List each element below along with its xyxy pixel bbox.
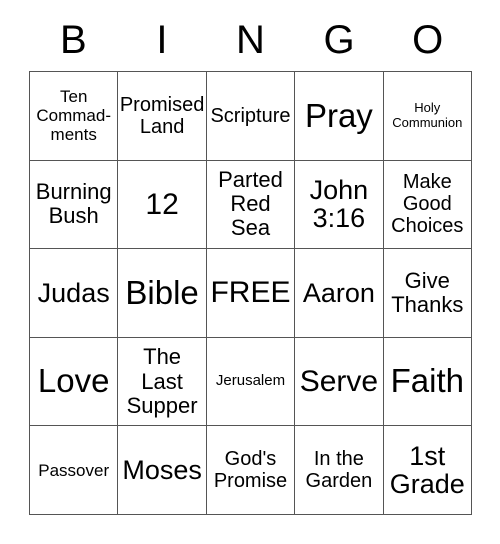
bingo-cell[interactable]: Scripture	[206, 72, 296, 161]
bingo-cell[interactable]: Promised Land	[118, 72, 207, 161]
bingo-cell[interactable]: 12	[118, 160, 207, 250]
bingo-cell-label: FREE	[210, 276, 291, 310]
bingo-cell[interactable]: 1st Grade	[383, 426, 472, 515]
bingo-cell[interactable]: In the Garden	[295, 426, 384, 515]
bingo-cell[interactable]: Bible	[118, 249, 207, 338]
bingo-cell[interactable]: Burning Bush	[30, 160, 119, 250]
bingo-cell-free[interactable]: FREE	[206, 249, 296, 338]
bingo-cell[interactable]: Faith	[383, 337, 472, 427]
bingo-cell-label: Make Good Choices	[391, 171, 464, 238]
bingo-cell-label: Parted Red Sea	[218, 167, 283, 241]
bingo-cell-label: 1st Grade	[389, 440, 465, 500]
bingo-cell[interactable]: Passover	[30, 426, 119, 515]
bingo-cell[interactable]: Judas	[30, 249, 119, 338]
bingo-grid: Ten Commad- ments Promised Land Scriptur…	[29, 71, 472, 515]
bingo-cell-label: 12	[145, 187, 179, 221]
bingo-header-row: B I N G O	[29, 14, 472, 66]
bingo-cell-label: Ten Commad- ments	[36, 87, 111, 145]
bingo-cell-label: Promised Land	[119, 93, 205, 138]
bingo-cell[interactable]: Ten Commad- ments	[30, 72, 119, 161]
bingo-cell[interactable]: Make Good Choices	[383, 160, 472, 250]
bingo-cell-label: Give Thanks	[391, 267, 464, 317]
bingo-cell[interactable]: Parted Red Sea	[206, 160, 296, 250]
bingo-header-letter-o: O	[412, 18, 444, 62]
bingo-cell-label: Serve	[299, 364, 379, 398]
bingo-cell[interactable]: Love	[30, 337, 119, 427]
bingo-cell-label: Bible	[125, 273, 199, 311]
bingo-card: B I N G O Ten Commad- ments Promised Lan…	[0, 0, 500, 544]
bingo-cell-label: John 3:16	[309, 174, 369, 234]
bingo-cell-label: Scripture	[210, 104, 291, 127]
bingo-cell[interactable]: The Last Supper	[118, 337, 207, 427]
bingo-cell-label: In the Garden	[305, 448, 373, 493]
bingo-cell[interactable]: John 3:16	[295, 160, 384, 250]
bingo-cell-label: God's Promise	[213, 448, 288, 493]
bingo-cell[interactable]: Give Thanks	[383, 249, 472, 338]
bingo-cell-label: Moses	[122, 454, 202, 485]
bingo-cell[interactable]: Serve	[295, 337, 384, 427]
bingo-cell[interactable]: Pray	[295, 72, 384, 161]
bingo-cell-label: Love	[37, 362, 110, 400]
bingo-header-letter-i: I	[156, 18, 168, 62]
bingo-cell-label: Aaron	[302, 277, 375, 308]
bingo-cell[interactable]: Jerusalem	[206, 337, 296, 427]
bingo-cell[interactable]: Holy Communion	[383, 72, 472, 161]
bingo-cell[interactable]: Moses	[118, 426, 207, 515]
bingo-header-letter-b: B	[59, 18, 87, 62]
bingo-cell-label: Holy Communion	[392, 99, 463, 130]
bingo-cell-label: The Last Supper	[126, 344, 198, 418]
bingo-cell-label: Burning Bush	[35, 179, 112, 229]
bingo-cell-label: Pray	[304, 96, 373, 134]
bingo-cell-label: Faith	[390, 362, 464, 400]
bingo-cell-label: Passover	[38, 460, 110, 480]
bingo-header-letter-n: N	[236, 18, 265, 62]
bingo-cell[interactable]: Aaron	[295, 249, 384, 338]
bingo-cell-label: Judas	[37, 277, 110, 308]
bingo-cell-label: Jerusalem	[215, 372, 286, 390]
bingo-header-letter-g: G	[323, 18, 355, 62]
bingo-cell[interactable]: God's Promise	[206, 426, 296, 515]
